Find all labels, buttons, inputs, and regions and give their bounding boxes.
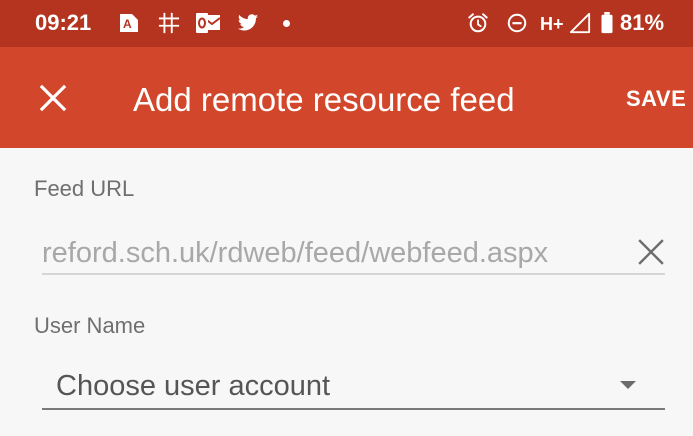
user-account-select[interactable]: Choose user account	[42, 362, 665, 412]
signal-icon	[569, 12, 591, 34]
save-button[interactable]: SAVE	[626, 85, 686, 113]
feed-url-label: Feed URL	[34, 176, 135, 201]
page-title: Add remote resource feed	[133, 81, 515, 118]
svg-text:A: A	[123, 17, 132, 31]
dropdown-arrow-icon	[620, 381, 636, 389]
clear-icon[interactable]	[636, 237, 666, 267]
close-icon[interactable]	[36, 81, 70, 115]
user-account-value: Choose user account	[56, 370, 331, 402]
do-not-disturb-icon	[507, 13, 527, 33]
battery-percentage: 81%	[620, 10, 665, 35]
feed-url-input[interactable]: reford.sch.uk/rdweb/feed/webfeed.aspx	[42, 235, 617, 271]
authenticator-icon: A	[120, 14, 138, 32]
app-bar: Add remote resource feed SAVE	[0, 47, 693, 148]
battery-icon	[601, 12, 613, 34]
status-bar: 09:21 A H+ 81%	[0, 0, 693, 47]
alarm-icon	[468, 13, 488, 33]
user-name-underline	[42, 408, 665, 410]
feed-url-underline	[42, 273, 665, 275]
status-time: 09:21	[35, 10, 92, 35]
user-name-label: User Name	[34, 313, 146, 338]
outlook-icon	[196, 13, 221, 33]
network-type: H+	[540, 14, 564, 34]
notification-dot-icon	[283, 20, 290, 27]
twitter-icon	[237, 14, 259, 31]
grid-app-icon	[158, 12, 180, 34]
